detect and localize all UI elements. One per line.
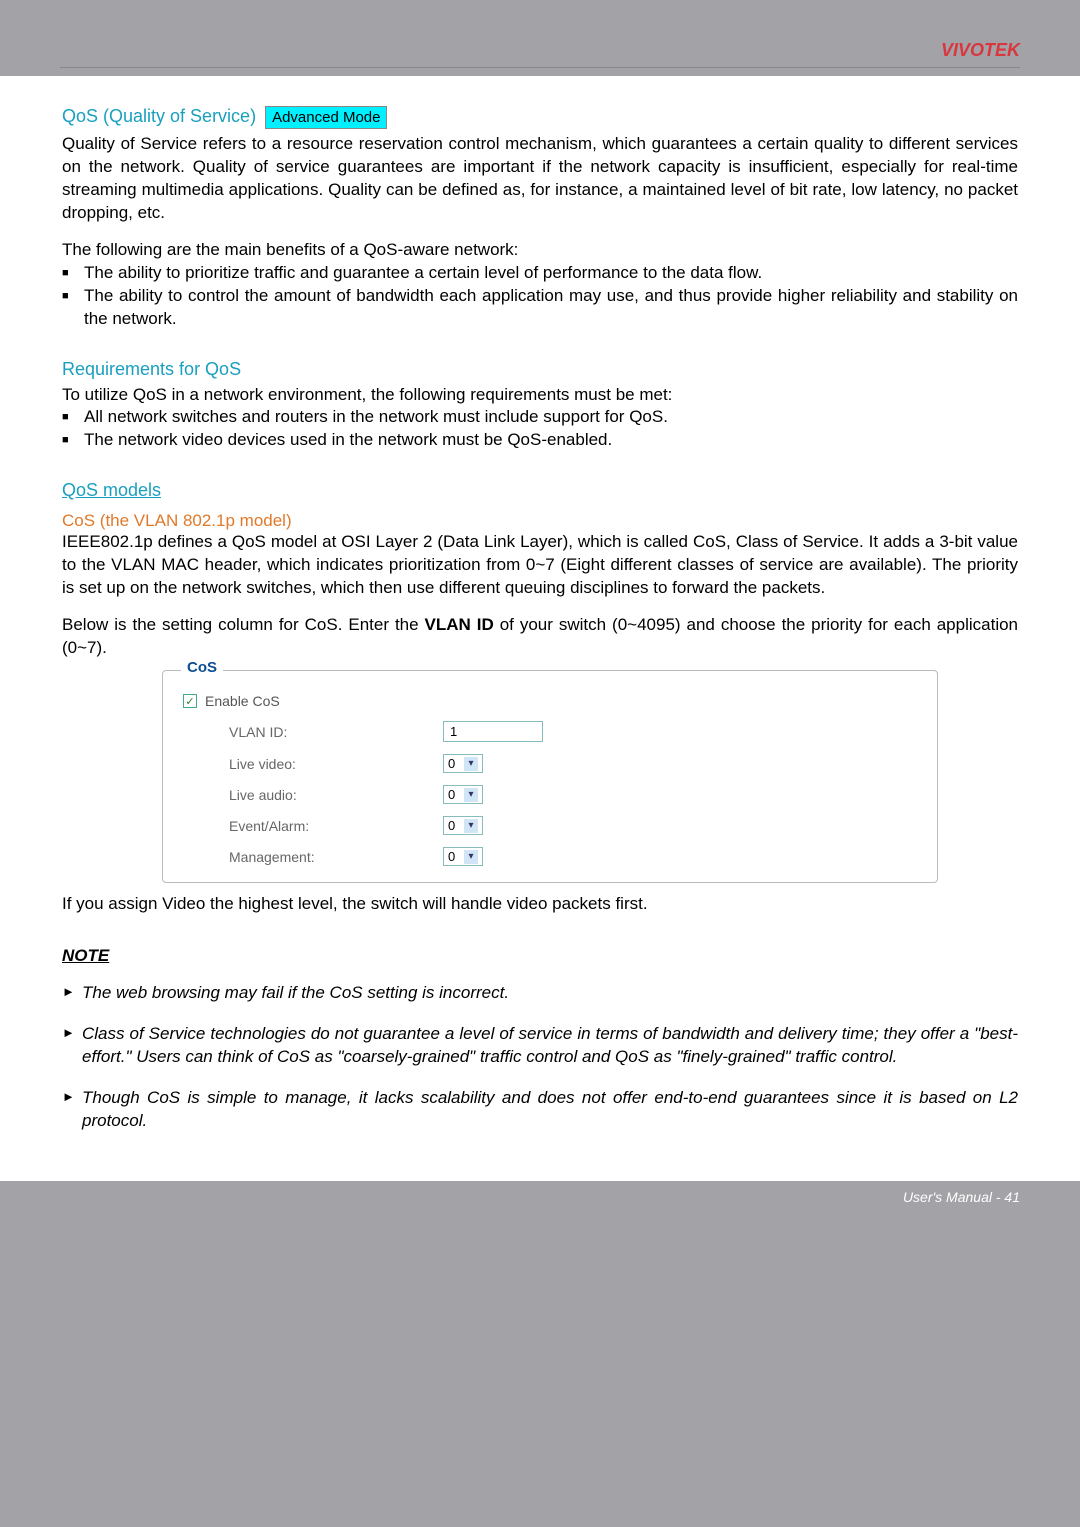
qos-models-heading: QoS models <box>62 480 1018 501</box>
chevron-down-icon: ▾ <box>464 788 478 802</box>
event-alarm-select[interactable]: 0▾ <box>443 816 483 835</box>
live-video-row: Live video: 0▾ <box>183 754 917 773</box>
enable-cos-label: Enable CoS <box>205 693 280 709</box>
page-header: VIVOTEK <box>0 0 1080 76</box>
cos-para1: IEEE802.1p defines a QoS model at OSI La… <box>62 531 1018 600</box>
footer-text: User's Manual - 41 <box>903 1189 1020 1205</box>
cos-para2: Below is the setting column for CoS. Ent… <box>62 614 1018 660</box>
cos-para2-a: Below is the setting column for CoS. Ent… <box>62 615 425 634</box>
advanced-mode-badge: Advanced Mode <box>265 106 387 129</box>
event-alarm-label: Event/Alarm: <box>183 818 443 834</box>
cos-para2-bold: VLAN ID <box>425 615 494 634</box>
note-list: The web browsing may fail if the CoS set… <box>62 982 1018 1133</box>
requirements-heading: Requirements for QoS <box>62 359 1018 380</box>
qos-benefits-lead: The following are the main benefits of a… <box>62 239 1018 262</box>
enable-cos-checkbox[interactable]: ✓ <box>183 694 197 708</box>
cos-heading: CoS (the VLAN 802.1p model) <box>62 511 1018 531</box>
qos-models-section: QoS models CoS (the VLAN 802.1p model) I… <box>62 480 1018 916</box>
chevron-down-icon: ▾ <box>464 850 478 864</box>
live-video-value: 0 <box>448 756 455 771</box>
live-video-select[interactable]: 0▾ <box>443 754 483 773</box>
list-item: All network switches and routers in the … <box>62 406 1018 429</box>
qos-benefits-list: The ability to prioritize traffic and gu… <box>62 262 1018 331</box>
cos-after: If you assign Video the highest level, t… <box>62 893 1018 916</box>
qos-section: QoS (Quality of Service) Advanced Mode Q… <box>62 106 1018 331</box>
brand-logo: VIVOTEK <box>941 40 1020 60</box>
note-item: The web browsing may fail if the CoS set… <box>62 982 1018 1005</box>
chevron-down-icon: ▾ <box>464 757 478 771</box>
qos-heading: QoS (Quality of Service) Advanced Mode <box>62 106 1018 129</box>
live-audio-select[interactable]: 0▾ <box>443 785 483 804</box>
vlan-id-label: VLAN ID: <box>183 724 443 740</box>
page-footer: User's Manual - 41 <box>0 1181 1080 1317</box>
list-item: The ability to prioritize traffic and gu… <box>62 262 1018 285</box>
requirements-lead: To utilize QoS in a network environment,… <box>62 384 1018 407</box>
page-content: QoS (Quality of Service) Advanced Mode Q… <box>0 76 1080 1181</box>
management-row: Management: 0▾ <box>183 847 917 866</box>
management-label: Management: <box>183 849 443 865</box>
qos-title: QoS (Quality of Service) <box>62 106 256 126</box>
requirements-section: Requirements for QoS To utilize QoS in a… <box>62 359 1018 453</box>
live-audio-value: 0 <box>448 787 455 802</box>
cos-settings-box: CoS ✓ Enable CoS VLAN ID: 1 Live video: … <box>162 670 938 883</box>
note-item: Class of Service technologies do not gua… <box>62 1023 1018 1069</box>
live-audio-label: Live audio: <box>183 787 443 803</box>
chevron-down-icon: ▾ <box>464 819 478 833</box>
vlan-id-input[interactable]: 1 <box>443 721 543 742</box>
header-divider <box>60 67 1020 68</box>
live-audio-row: Live audio: 0▾ <box>183 785 917 804</box>
live-video-label: Live video: <box>183 756 443 772</box>
cos-box-legend: CoS <box>181 659 223 676</box>
note-item: Though CoS is simple to manage, it lacks… <box>62 1087 1018 1133</box>
list-item: The ability to control the amount of ban… <box>62 285 1018 331</box>
qos-intro: Quality of Service refers to a resource … <box>62 133 1018 225</box>
note-heading: NOTE <box>62 946 1018 966</box>
vlan-id-row: VLAN ID: 1 <box>183 721 917 742</box>
list-item: The network video devices used in the ne… <box>62 429 1018 452</box>
event-alarm-row: Event/Alarm: 0▾ <box>183 816 917 835</box>
management-select[interactable]: 0▾ <box>443 847 483 866</box>
management-value: 0 <box>448 849 455 864</box>
requirements-list: All network switches and routers in the … <box>62 406 1018 452</box>
enable-cos-row: ✓ Enable CoS <box>183 693 917 709</box>
event-alarm-value: 0 <box>448 818 455 833</box>
